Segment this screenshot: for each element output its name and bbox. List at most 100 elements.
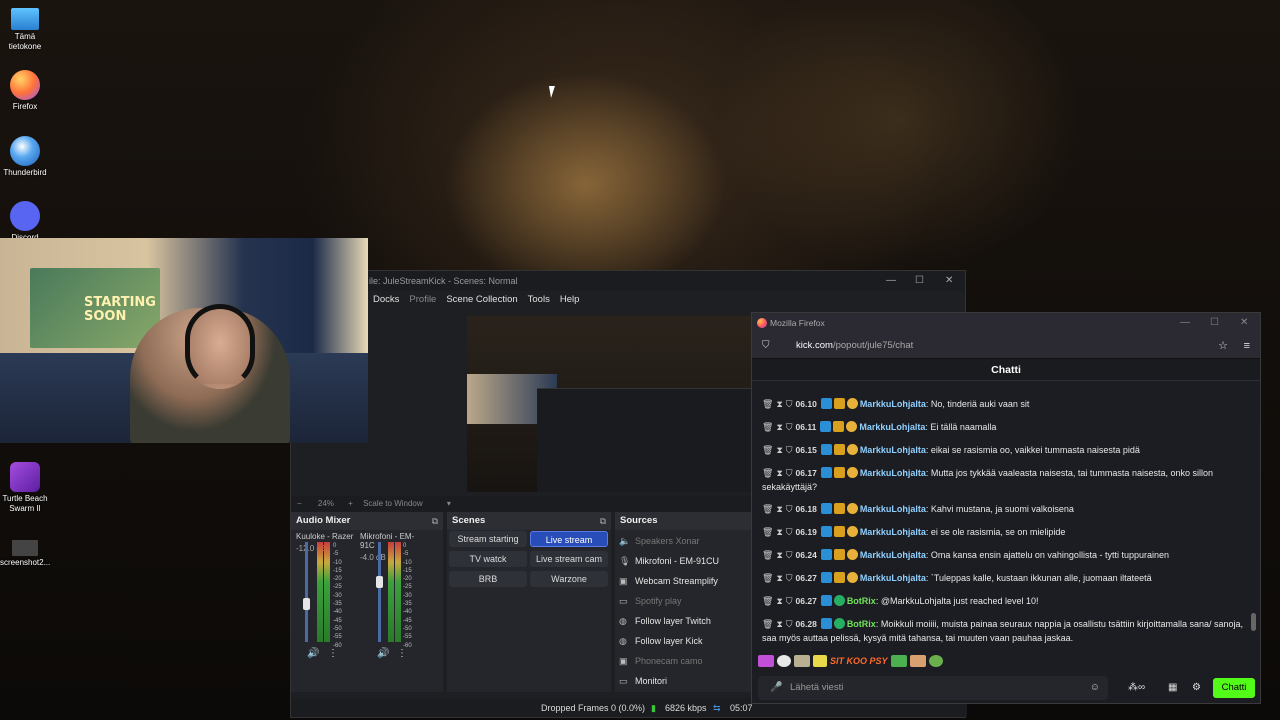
chat-scrollbar[interactable]	[1251, 613, 1256, 631]
menu-tools[interactable]: Tools	[528, 291, 550, 309]
shield-icon[interactable]: ⛉	[786, 573, 793, 583]
chat-username[interactable]: MarkkuLohjalta	[860, 399, 926, 409]
trash-icon[interactable]: 🗑	[762, 550, 773, 560]
more-options-icon[interactable]: ⋮	[328, 648, 338, 659]
desktop-icon-computer[interactable]: Tämä tietokone	[0, 8, 50, 52]
emote[interactable]	[909, 655, 926, 667]
trash-icon[interactable]: 🗑	[762, 445, 773, 455]
trash-icon[interactable]: 🗑	[762, 573, 773, 583]
shield-icon[interactable]: ⛉	[786, 468, 793, 478]
hourglass-icon[interactable]: ⧗	[776, 468, 782, 478]
chevron-down-icon[interactable]: ▾	[447, 499, 451, 508]
hourglass-icon[interactable]: ⧗	[776, 619, 782, 629]
volume-slider[interactable]	[378, 542, 381, 642]
more-options-icon[interactable]: ⋮	[397, 648, 407, 659]
emote[interactable]	[928, 655, 943, 667]
send-chat-button[interactable]: Chatti	[1213, 678, 1255, 698]
hourglass-icon[interactable]: ⧗	[776, 399, 782, 409]
gear-icon[interactable]: ⚙	[1192, 676, 1201, 700]
emote[interactable]	[758, 655, 774, 667]
emote[interactable]	[890, 655, 907, 667]
hamburger-menu-icon[interactable]: ≡	[1244, 333, 1250, 359]
emoji-icon[interactable]: ☺	[1090, 676, 1100, 700]
source-item[interactable]: 🔈 Speakers Xonar	[619, 531, 700, 551]
desktop-icon-discord[interactable]: Discord	[0, 201, 50, 243]
chat-username[interactable]: MarkkuLohjalta	[860, 573, 926, 583]
minimize-icon[interactable]: —	[886, 271, 896, 291]
minimize-icon[interactable]: —	[1180, 313, 1190, 333]
hourglass-icon[interactable]: ⧗	[776, 527, 782, 537]
menu-docks[interactable]: Docks	[373, 291, 399, 309]
url-bar[interactable]: ⛉ kick.com/popout/jule75/chat ☆ ≡	[752, 333, 1260, 359]
volume-slider[interactable]	[305, 542, 308, 642]
scene-live-stream-cam[interactable]: Live stream cam	[530, 551, 608, 567]
desktop-icon-screenshot[interactable]: screenshot2...	[0, 540, 50, 568]
trash-icon[interactable]: 🗑	[762, 619, 773, 629]
chat-username[interactable]: MarkkuLohjalta	[860, 468, 926, 478]
shield-icon[interactable]: ⛉	[786, 527, 793, 537]
menu-help[interactable]: Help	[560, 291, 580, 309]
shield-icon[interactable]: ⛉	[762, 333, 770, 359]
undock-icon[interactable]: ⧉	[432, 512, 438, 530]
shield-icon[interactable]: ⛉	[786, 596, 793, 606]
trash-icon[interactable]: 🗑	[762, 468, 773, 478]
close-icon[interactable]: ✕	[1240, 313, 1248, 333]
shield-icon[interactable]: ⛉	[786, 445, 793, 455]
trash-icon[interactable]: 🗑	[762, 527, 773, 537]
trash-icon[interactable]: 🗑	[762, 399, 773, 409]
menu-scene-collection[interactable]: Scene Collection	[446, 291, 517, 309]
emote-text[interactable]: SIT KOO PSY	[830, 656, 888, 666]
trash-icon[interactable]: 🗑	[762, 422, 773, 432]
shield-icon[interactable]: ⛉	[786, 399, 793, 409]
zoom-out-button[interactable]: −	[297, 499, 302, 508]
users-icon[interactable]: ⁂∞	[1128, 676, 1145, 700]
hourglass-icon[interactable]: ⧗	[776, 504, 782, 514]
scene-brb[interactable]: BRB	[449, 571, 527, 587]
hourglass-icon[interactable]: ⧗	[776, 550, 782, 560]
close-icon[interactable]: ✕	[945, 271, 953, 291]
desktop-icon-thunderbird[interactable]: Thunderbird	[0, 136, 50, 178]
source-item[interactable]: ▣ Phonecam camo	[619, 651, 703, 671]
source-item[interactable]: ◍ Follow layer Twitch	[619, 611, 711, 631]
scene-live-stream[interactable]: Live stream	[530, 531, 608, 547]
source-item[interactable]: ▭ Monitori	[619, 671, 667, 691]
maximize-icon[interactable]: ☐	[915, 271, 924, 291]
maximize-icon[interactable]: ☐	[1210, 313, 1219, 333]
obs-preview[interactable]	[467, 316, 767, 492]
source-item[interactable]: ◍ Follow layer Kick	[619, 631, 703, 651]
chat-username[interactable]: MarkkuLohjalta	[860, 527, 926, 537]
scene-tv-watck[interactable]: TV watck	[449, 551, 527, 567]
volume-slider-handle[interactable]	[303, 598, 310, 610]
chat-username[interactable]: BotRix	[847, 619, 876, 629]
menu-profile[interactable]: Profile	[409, 291, 436, 309]
speaker-icon[interactable]: 🔊	[377, 648, 389, 659]
volume-slider-handle[interactable]	[376, 576, 383, 588]
desktop-icon-turtle-beach[interactable]: Turtle Beach Swarm II	[0, 462, 50, 514]
chat-username[interactable]: BotRix	[847, 596, 876, 606]
chat-username[interactable]: MarkkuLohjalta	[860, 504, 926, 514]
scene-warzone[interactable]: Warzone	[530, 571, 608, 587]
zoom-mode-select[interactable]: Scale to Window	[363, 499, 423, 508]
hourglass-icon[interactable]: ⧗	[776, 422, 782, 432]
desktop-icon-firefox[interactable]: Firefox	[0, 70, 50, 112]
chat-username[interactable]: MarkkuLohjalta	[860, 550, 926, 560]
emote[interactable]	[777, 655, 791, 667]
chat-username[interactable]: MarkkuLohjalta	[860, 445, 926, 455]
hourglass-icon[interactable]: ⧗	[776, 596, 782, 606]
source-item[interactable]: ▣ Webcam Streamplify	[619, 571, 718, 591]
source-item[interactable]: 🎙 Mikrofoni - EM-91CU	[619, 551, 719, 571]
speaker-icon[interactable]: 🔊	[307, 648, 319, 659]
shield-icon[interactable]: ⛉	[786, 619, 793, 629]
undock-icon[interactable]: ⧉	[600, 512, 606, 530]
shield-icon[interactable]: ⛉	[786, 504, 793, 514]
scene-stream-starting[interactable]: Stream starting	[449, 531, 527, 547]
hourglass-icon[interactable]: ⧗	[776, 445, 782, 455]
hourglass-icon[interactable]: ⧗	[776, 573, 782, 583]
zoom-in-button[interactable]: +	[348, 499, 353, 508]
source-item[interactable]: ▭ Spotify play	[619, 591, 682, 611]
emote[interactable]	[813, 655, 827, 667]
shield-icon[interactable]: ⛉	[786, 550, 793, 560]
chat-message-input[interactable]: 🎤 Lähetä viesti ☺	[758, 676, 1108, 700]
microphone-icon[interactable]: 🎤	[770, 676, 782, 700]
gift-icon[interactable]: ▦	[1168, 676, 1177, 700]
